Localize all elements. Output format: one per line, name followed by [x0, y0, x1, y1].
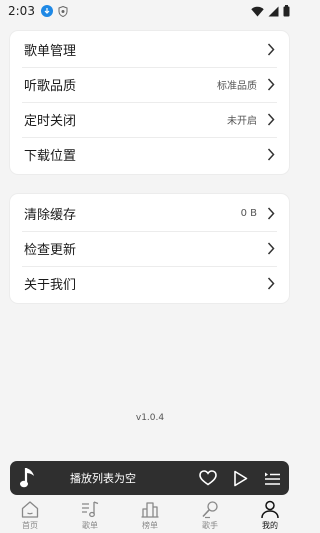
music-note-icon	[20, 468, 34, 488]
player-title: 播放列表为空	[70, 472, 136, 485]
row-label: 关于我们	[24, 278, 77, 293]
row-label: 定时关闭	[24, 114, 77, 129]
row-label: 检查更新	[24, 243, 77, 258]
mini-player[interactable]: 播放列表为空	[10, 461, 289, 495]
app-version: v1.0.4	[135, 413, 165, 423]
singer-icon	[202, 501, 218, 519]
chevron-right-icon	[267, 113, 275, 126]
row-audio-quality[interactable]: 听歌品质 标准品质	[10, 67, 289, 102]
playlist-music-icon	[82, 501, 99, 518]
tab-label: 歌手	[202, 521, 218, 530]
tab-charts[interactable]: 榜单	[120, 498, 180, 533]
person-icon	[261, 500, 279, 519]
tab-mine[interactable]: 我的	[240, 498, 300, 533]
status-bar: 2:03	[0, 0, 300, 22]
shield-icon	[58, 5, 68, 17]
tab-home[interactable]: 首页	[0, 498, 60, 533]
row-label: 听歌品质	[24, 79, 77, 94]
play-icon	[233, 470, 247, 486]
chevron-right-icon	[267, 207, 275, 220]
row-clear-cache[interactable]: 清除缓存 0 B	[10, 196, 289, 231]
playlist-icon	[264, 472, 280, 485]
signal-icon	[268, 6, 279, 16]
row-check-update[interactable]: 检查更新	[10, 231, 289, 266]
battery-icon	[283, 5, 290, 17]
row-value: 未开启	[227, 116, 257, 127]
tab-label: 歌单	[82, 521, 98, 530]
row-download-location[interactable]: 下载位置	[10, 137, 289, 172]
row-about-us[interactable]: 关于我们	[10, 266, 289, 301]
like-button[interactable]	[197, 467, 219, 489]
row-label: 下载位置	[24, 149, 77, 164]
chevron-right-icon	[267, 78, 275, 91]
heart-icon	[199, 470, 217, 486]
wifi-icon	[251, 6, 264, 16]
status-time: 2:03	[8, 4, 35, 18]
tab-singers[interactable]: 歌手	[180, 498, 240, 533]
tab-label: 我的	[262, 521, 278, 530]
chevron-right-icon	[267, 43, 275, 56]
row-label: 歌单管理	[24, 44, 77, 59]
playlist-button[interactable]	[261, 467, 283, 489]
settings-card-general: 歌单管理 听歌品质 标准品质 定时关闭 未开启 下载位置	[10, 31, 289, 174]
tab-label: 首页	[22, 521, 38, 530]
tab-label: 榜单	[142, 521, 158, 530]
chevron-right-icon	[267, 242, 275, 255]
chart-bars-icon	[141, 502, 159, 518]
download-icon	[40, 5, 53, 17]
settings-card-app: 清除缓存 0 B 检查更新 关于我们	[10, 194, 289, 303]
row-playlist-management[interactable]: 歌单管理	[10, 32, 289, 67]
row-label: 清除缓存	[24, 208, 77, 223]
row-sleep-timer[interactable]: 定时关闭 未开启	[10, 102, 289, 137]
home-icon	[21, 501, 39, 518]
bottom-tab-bar: 首页 歌单 榜单 歌手 我的	[0, 498, 300, 533]
row-value: 0 B	[240, 208, 257, 219]
row-value: 标准品质	[217, 81, 257, 92]
tab-playlist[interactable]: 歌单	[60, 498, 120, 533]
chevron-right-icon	[267, 148, 275, 161]
chevron-right-icon	[267, 277, 275, 290]
play-button[interactable]	[229, 467, 251, 489]
